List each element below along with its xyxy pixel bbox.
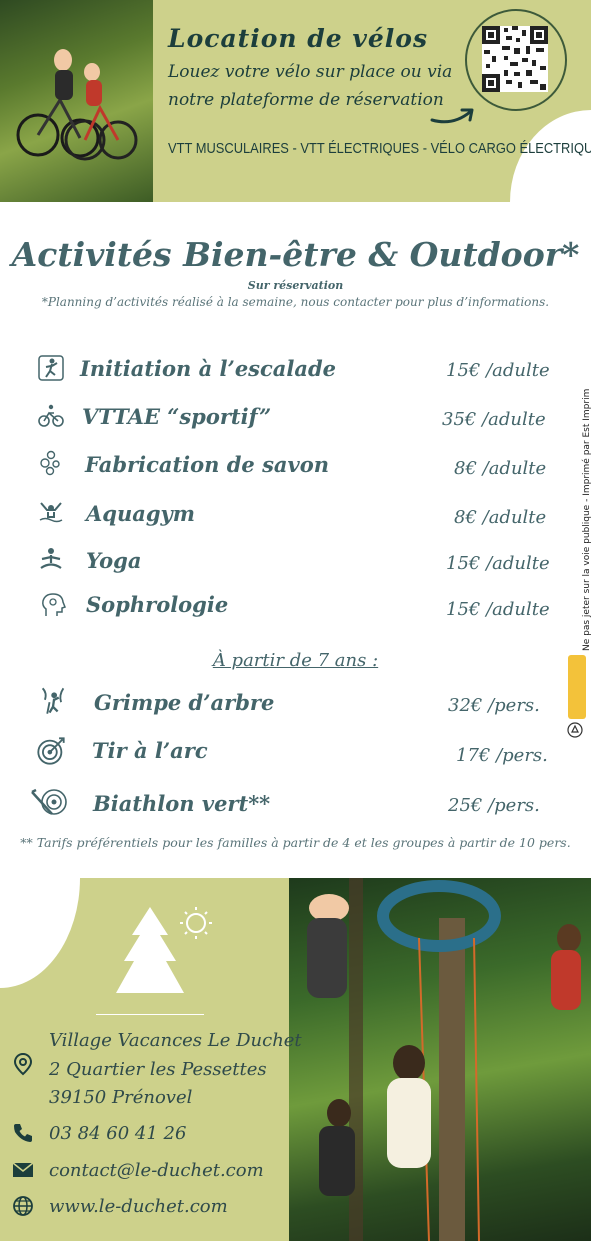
booking-qr-code[interactable] [482,26,548,92]
print-notice-text: Ne pas jeter sur la voie publique - Impr… [582,388,591,651]
cyclists-illustration [16,49,138,161]
activity-price: 35€ /adulte [442,409,546,430]
activity-name: VTTAE “sportif” [82,404,272,429]
rental-bike-types: VTT MUSCULAIRES - VTT ÉLECTRIQUES - VÉLO… [168,140,591,157]
aquagym-icon [39,502,63,523]
contact-address-2: 39150 Prénovel [49,1087,193,1108]
cyclists-photo [0,0,153,202]
planning-note: *Planning d’activités réalisé à la semai… [41,295,550,309]
contact-website[interactable]: www.le-duchet.com [49,1196,228,1217]
activity-name: Yoga [86,548,142,573]
activity-price: 17€ /pers. [456,745,548,766]
activity-name: Tir à l’arc [92,738,208,763]
contact-address-1: 2 Quartier les Pessettes [49,1059,267,1080]
triman-logo [568,655,586,719]
rental-title: Location de vélos [168,24,429,53]
divider [96,1014,204,1015]
activity-name: Aquagym [86,501,195,526]
location-pin-icon [13,1052,33,1076]
soap-bubbles-icon [40,450,60,476]
activity-price: 15€ /adulte [446,599,550,620]
target-icon [37,737,65,765]
activity-price: 15€ /adulte [446,360,550,381]
activities-title: Activités Bien-être & Outdoor* [11,235,580,274]
contact-email[interactable]: contact@le-duchet.com [49,1160,264,1181]
recycle-icon [567,722,583,738]
print-notice: Ne pas jeter sur la voie publique - Impr… [572,389,591,651]
climbing-icon [38,355,64,381]
biathlon-icon [31,788,67,815]
contact-name: Village Vacances Le Duchet [49,1030,302,1051]
tree-climbing-illustration [307,878,581,1242]
activity-name: Grimpe d’arbre [94,690,275,715]
tree-climbing-icon [41,687,65,714]
mountain-bike-icon [38,404,64,427]
globe-icon [13,1196,33,1216]
activity-name: Initiation à l’escalade [80,356,337,381]
contact-phone[interactable]: 03 84 60 41 26 [49,1123,186,1144]
arrow-icon [430,108,474,124]
phone-icon [14,1124,32,1142]
activity-price: 25€ /pers. [448,795,540,816]
tarif-note: ** Tarifs préférentiels pour les famille… [20,835,571,850]
activity-price: 8€ /adulte [454,458,547,479]
activity-name: Sophrologie [86,592,229,617]
activity-price: 8€ /adulte [454,507,547,528]
yoga-icon [40,548,62,569]
activity-price: 32€ /pers. [448,695,540,716]
rental-line-2: notre plateforme de réservation [168,90,444,110]
reservation-subtitle: Sur réservation [247,279,344,292]
tree-climbing-photo [289,878,591,1242]
activity-name: Biathlon vert** [93,791,271,816]
fir-tree-logo [116,907,212,993]
sophrology-icon [42,593,66,616]
activity-name: Fabrication de savon [85,452,330,477]
rental-line-1: Louez votre vélo sur place ou via [168,62,453,82]
email-icon [12,1162,34,1177]
activity-price: 15€ /adulte [446,553,550,574]
age-note: À partir de 7 ans : [212,650,379,671]
